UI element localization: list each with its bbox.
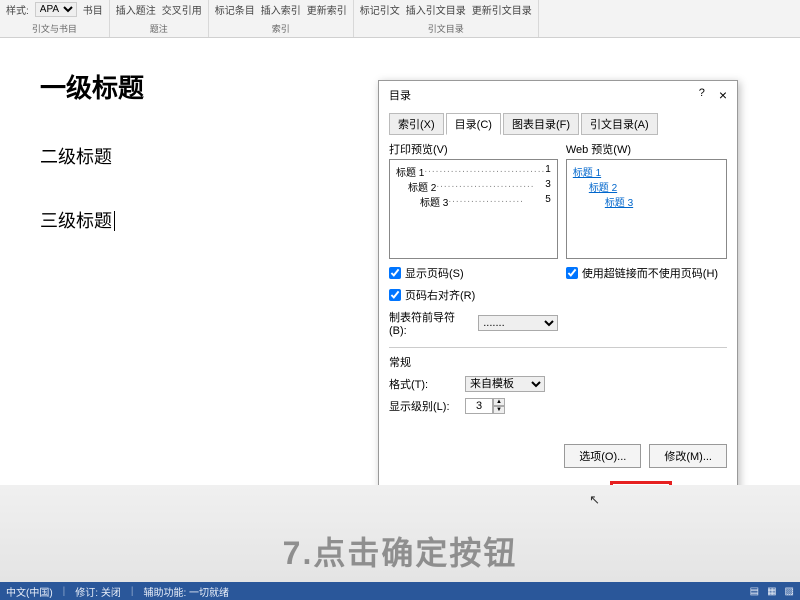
update-toa-button[interactable]: 更新引文目录 bbox=[472, 2, 532, 17]
web-link: 标题 3 bbox=[605, 194, 720, 209]
format-label: 格式(T): bbox=[389, 376, 459, 392]
mark-citation-button[interactable]: 标记引文 bbox=[360, 2, 400, 17]
tab-figures[interactable]: 图表目录(F) bbox=[503, 113, 579, 135]
right-align-checkbox[interactable] bbox=[389, 289, 401, 301]
dialog-titlebar: 目录 ? × bbox=[379, 81, 737, 109]
levels-spinner[interactable]: ▲▼ bbox=[465, 398, 505, 414]
right-align-label: 页码右对齐(R) bbox=[405, 287, 475, 303]
print-preview-box: 标题 1................................1 标题… bbox=[389, 159, 558, 259]
style-label: 样式: bbox=[6, 2, 29, 17]
dialog-title: 目录 bbox=[389, 87, 411, 103]
tab-toc[interactable]: 目录(C) bbox=[446, 113, 501, 135]
ribbon-group-index: 标记条目 插入索引 更新索引 索引 bbox=[209, 0, 354, 37]
tutorial-caption-band: ↖ 7.点击确定按钮 bbox=[0, 485, 800, 582]
show-pagenum-label: 显示页码(S) bbox=[405, 265, 464, 281]
ribbon-group-label: 题注 bbox=[116, 22, 202, 35]
toc-dialog: 目录 ? × 索引(X) 目录(C) 图表目录(F) 引文目录(A) 打印预览(… bbox=[378, 80, 738, 521]
general-section-label: 常规 bbox=[389, 354, 727, 370]
spin-down-icon[interactable]: ▼ bbox=[493, 406, 505, 414]
leader-label: 制表符前导符(B): bbox=[389, 309, 472, 337]
status-track[interactable]: 修订: 关闭 bbox=[75, 584, 121, 599]
insert-caption-button[interactable]: 插入题注 bbox=[116, 2, 156, 17]
ribbon-group-label: 索引 bbox=[215, 22, 347, 35]
ribbon-group-label: 引文与书目 bbox=[6, 22, 103, 35]
status-access[interactable]: 辅助功能: 一切就绪 bbox=[143, 584, 229, 599]
ribbon-group-citations: 样式: APA 书目 引文与书目 bbox=[0, 0, 110, 37]
web-preview-label: Web 预览(W) bbox=[566, 141, 727, 157]
levels-input[interactable] bbox=[465, 398, 493, 414]
insert-toa-button[interactable]: 插入引文目录 bbox=[406, 2, 466, 17]
style-select[interactable]: APA bbox=[35, 2, 77, 17]
dialog-tabs: 索引(X) 目录(C) 图表目录(F) 引文目录(A) bbox=[389, 113, 727, 135]
options-button[interactable]: 选项(O)... bbox=[564, 444, 641, 468]
view-web-icon[interactable]: ▨ bbox=[785, 586, 794, 597]
web-preview-box: 标题 1 标题 2 标题 3 bbox=[566, 159, 727, 259]
hyperlinks-checkbox[interactable] bbox=[566, 267, 578, 279]
modify-button[interactable]: 修改(M)... bbox=[649, 444, 727, 468]
print-preview-label: 打印预览(V) bbox=[389, 141, 558, 157]
spin-up-icon[interactable]: ▲ bbox=[493, 398, 505, 406]
biblio-button[interactable]: 书目 bbox=[83, 2, 103, 17]
tab-index[interactable]: 索引(X) bbox=[389, 113, 444, 135]
heading-3: 三级标题 bbox=[40, 211, 115, 231]
view-readmode-icon[interactable]: ▤ bbox=[750, 586, 759, 597]
web-link: 标题 2 bbox=[589, 179, 720, 194]
insert-index-button[interactable]: 插入索引 bbox=[261, 2, 301, 17]
ribbon-group-toa: 标记引文 插入引文目录 更新引文目录 引文目录 bbox=[354, 0, 539, 37]
ribbon-group-captions: 插入题注 交叉引用 题注 bbox=[110, 0, 209, 37]
levels-label: 显示级别(L): bbox=[389, 398, 459, 414]
tab-authorities[interactable]: 引文目录(A) bbox=[581, 113, 658, 135]
tutorial-caption: 7.点击确定按钮 bbox=[283, 528, 518, 574]
show-pagenum-checkbox[interactable] bbox=[389, 267, 401, 279]
cross-ref-button[interactable]: 交叉引用 bbox=[162, 2, 202, 17]
hyperlinks-label: 使用超链接而不使用页码(H) bbox=[582, 265, 718, 281]
status-lang[interactable]: 中文(中国) bbox=[6, 584, 53, 599]
leader-select[interactable]: ....... bbox=[478, 315, 558, 331]
update-index-button[interactable]: 更新索引 bbox=[307, 2, 347, 17]
view-print-icon[interactable]: ▦ bbox=[767, 586, 776, 597]
close-icon[interactable]: × bbox=[719, 87, 727, 103]
ribbon: 样式: APA 书目 引文与书目 插入题注 交叉引用 题注 标记条目 插入索引 … bbox=[0, 0, 800, 38]
ribbon-group-label: 引文目录 bbox=[360, 22, 532, 35]
cursor-icon: ↖ bbox=[589, 492, 600, 508]
help-icon[interactable]: ? bbox=[699, 87, 705, 103]
web-link: 标题 1 bbox=[573, 164, 720, 179]
status-bar: 中文(中国) | 修订: 关闭 | 辅助功能: 一切就绪 ▤ ▦ ▨ bbox=[0, 582, 800, 600]
mark-entry-button[interactable]: 标记条目 bbox=[215, 2, 255, 17]
format-select[interactable]: 来自模板 bbox=[465, 376, 545, 392]
